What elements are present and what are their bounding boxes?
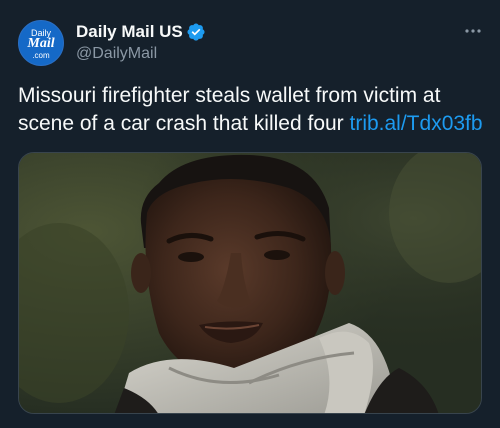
author-handle[interactable]: @DailyMail (76, 45, 157, 63)
tweet-card[interactable]: Daily Mail .com Daily Mail US @DailyMail… (0, 0, 500, 428)
avatar-logo-line2: Mail (27, 36, 55, 51)
avatar[interactable]: Daily Mail .com (18, 20, 64, 66)
tweet-link[interactable]: trib.al/Tdx03fb (350, 112, 483, 135)
tweet-photo[interactable] (18, 152, 482, 414)
avatar-logo-line3: .com (32, 51, 50, 60)
display-name[interactable]: Daily Mail US (76, 22, 183, 42)
more-options-icon[interactable] (460, 18, 486, 44)
tweet-text: Missouri firefighter steals wallet from … (18, 82, 488, 138)
photo-image (19, 153, 481, 413)
verified-badge-icon (186, 22, 206, 42)
author-name-row: Daily Mail US (76, 21, 206, 43)
